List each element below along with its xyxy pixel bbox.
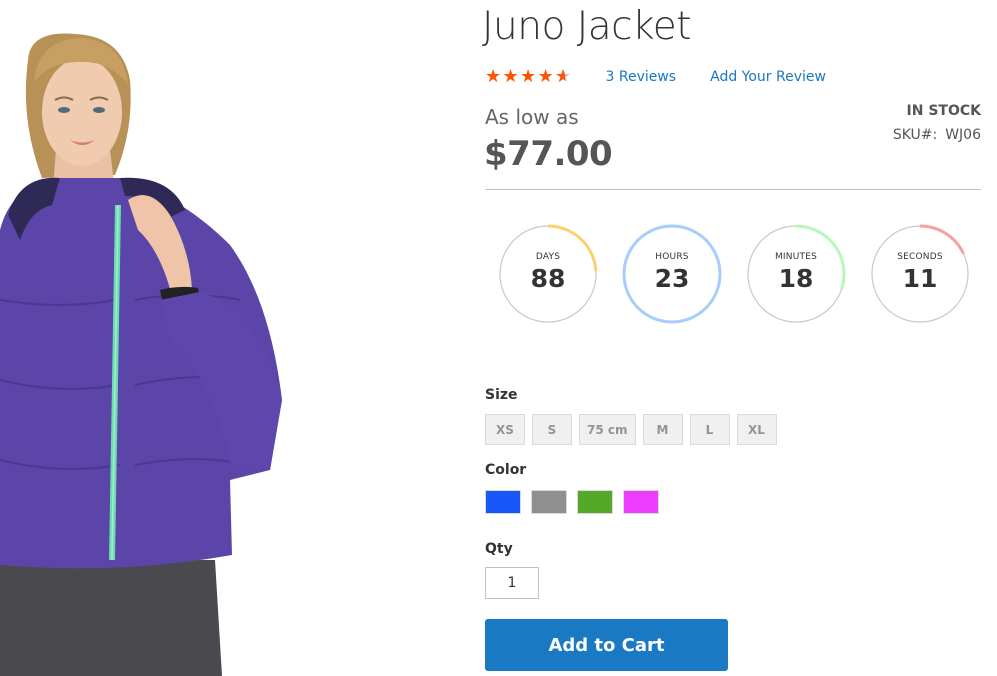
- countdown-value: 18: [778, 264, 814, 293]
- star-icon: ★: [537, 66, 554, 87]
- color-option-blue[interactable]: [485, 490, 521, 514]
- star-icon: ★: [485, 66, 502, 87]
- qty-label: Qty: [485, 541, 513, 557]
- sku: SKU#: WJ06: [893, 127, 981, 143]
- product-title: Juno Jacket: [482, 4, 692, 49]
- stock-status: In stock: [906, 103, 981, 119]
- sku-label: SKU#:: [892, 127, 938, 143]
- countdown-days: DAYS 88: [498, 224, 598, 324]
- color-option-green[interactable]: [577, 490, 613, 514]
- size-option-s[interactable]: S: [532, 414, 572, 445]
- star-icon: ★: [520, 66, 537, 87]
- countdown-value: 88: [530, 264, 566, 293]
- product-price: $77.00: [484, 134, 613, 174]
- price-prefix: As low as: [485, 105, 579, 129]
- star-half-icon: ★: [555, 68, 573, 87]
- color-swatches: [485, 490, 669, 514]
- countdown-label: HOURS: [655, 252, 689, 262]
- color-option-gray[interactable]: [531, 490, 567, 514]
- rating-row: ★ ★ ★ ★ ★ 3 Reviews Add Your Review: [485, 66, 826, 87]
- size-option-l[interactable]: L: [689, 414, 730, 445]
- countdown-label: SECONDS: [897, 252, 943, 262]
- countdown-seconds: SECONDS 11: [870, 224, 970, 324]
- divider: [485, 189, 981, 190]
- countdown-hours: HOURS 23: [622, 224, 722, 324]
- star-icon: ★: [502, 66, 519, 87]
- size-label: Size: [485, 387, 518, 403]
- rating-stars[interactable]: ★ ★ ★ ★ ★: [485, 66, 573, 87]
- add-review-link[interactable]: Add Your Review: [710, 69, 826, 85]
- size-option-xs[interactable]: XS: [485, 414, 525, 445]
- sale-countdown: DAYS 88 HOURS 23 MINUTES 18 SECONDS 11: [498, 224, 970, 324]
- countdown-label: MINUTES: [774, 252, 818, 262]
- qty-input[interactable]: [485, 567, 539, 599]
- size-swatches: XS S 75 cm M L XL: [485, 414, 784, 445]
- product-photo-jacket: [0, 33, 282, 676]
- add-to-cart-button[interactable]: Add to Cart: [485, 619, 728, 671]
- size-option-75cm[interactable]: 75 cm: [579, 414, 636, 445]
- sku-value: WJ06: [945, 127, 981, 143]
- countdown-minutes: MINUTES 18: [746, 224, 846, 324]
- color-label: Color: [485, 462, 527, 478]
- countdown-value: 23: [654, 264, 690, 293]
- size-option-m[interactable]: M: [642, 414, 683, 445]
- countdown-value: 11: [902, 264, 938, 293]
- product-image[interactable]: [0, 0, 300, 676]
- countdown-label: DAYS: [535, 252, 561, 262]
- size-option-xl[interactable]: XL: [736, 414, 777, 445]
- color-option-purple[interactable]: [623, 490, 659, 514]
- reviews-link[interactable]: 3 Reviews: [606, 69, 677, 85]
